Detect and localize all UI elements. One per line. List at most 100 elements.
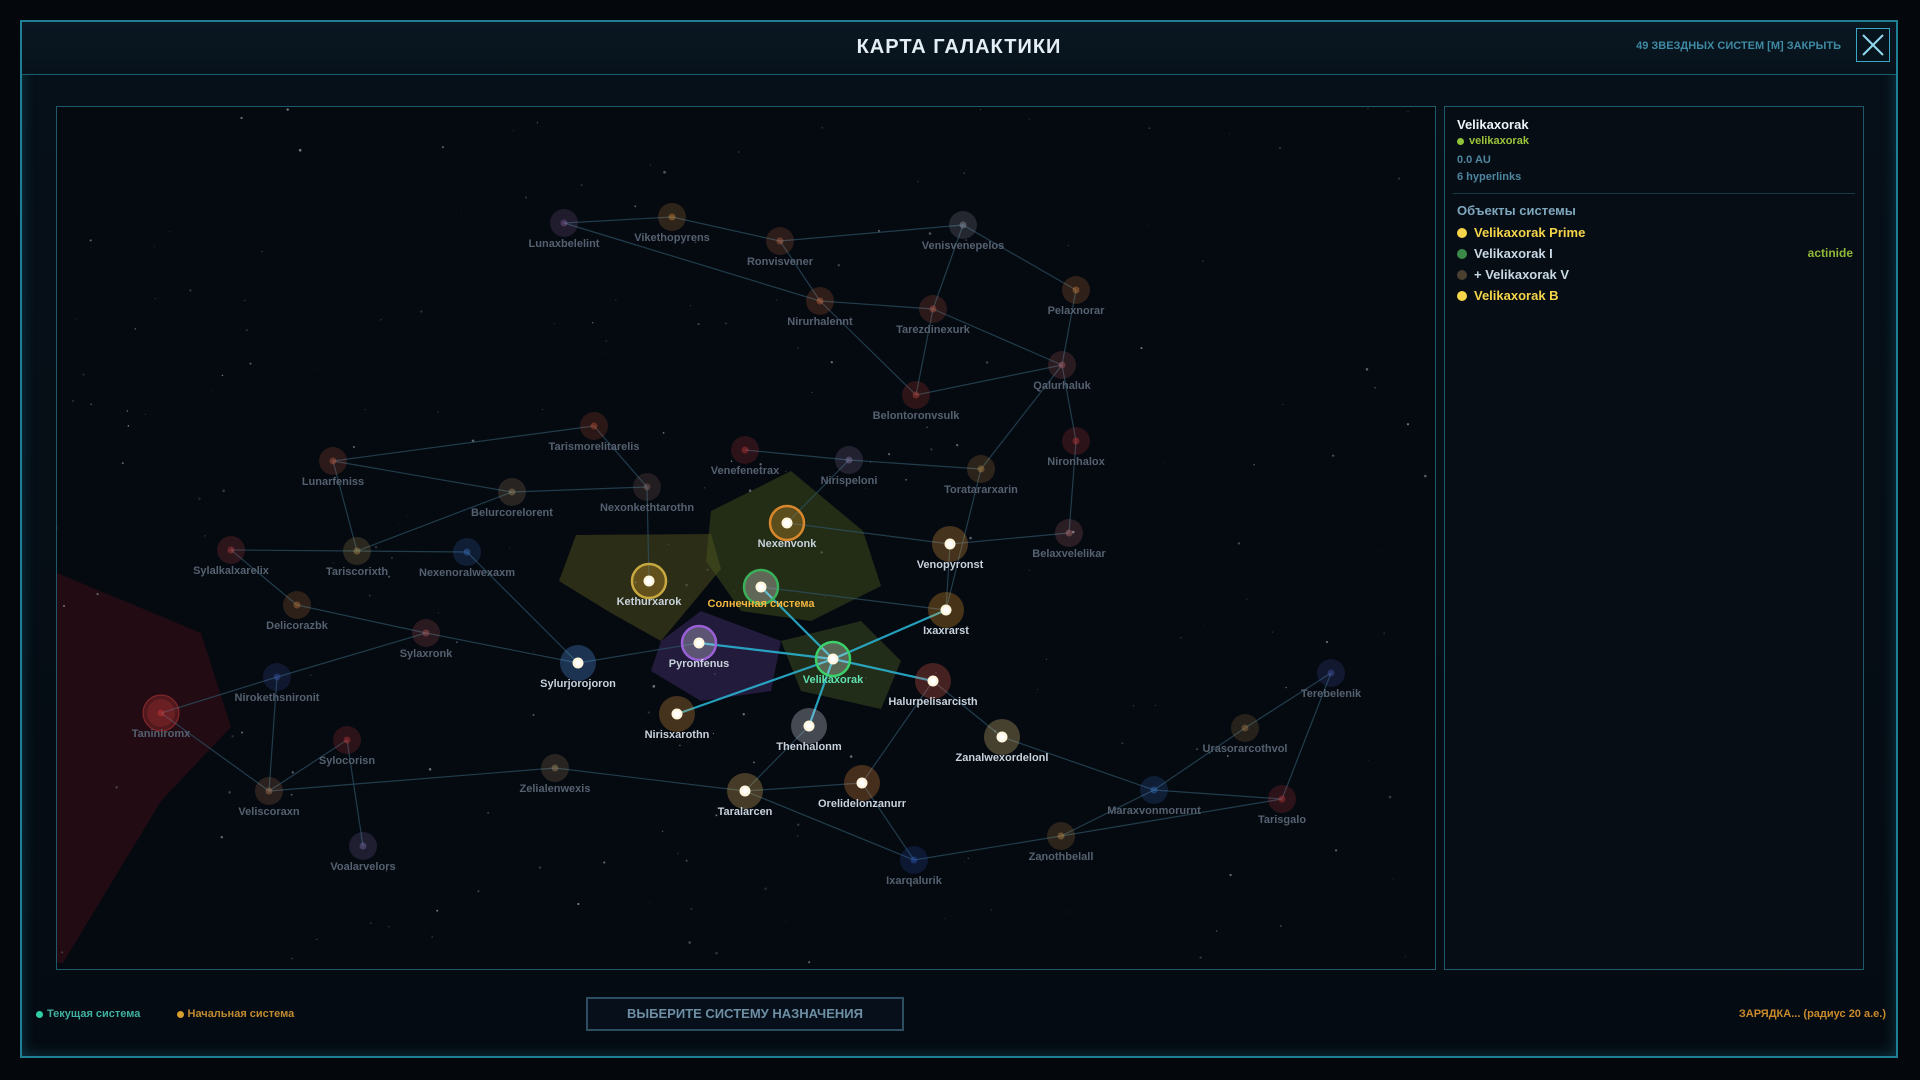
system-label: Kethurxarok <box>617 596 683 608</box>
background-star <box>738 151 740 153</box>
system-label: Pelaxnorar <box>1048 305 1106 317</box>
star-system-belurcorelorent[interactable]: Belurcorelorent <box>471 478 553 519</box>
background-star <box>1121 742 1124 745</box>
system-object-item[interactable]: Velikaxorak I actinide <box>1457 246 1853 264</box>
star-core <box>1057 832 1065 840</box>
background-star <box>115 785 118 789</box>
system-label: Belurcorelorent <box>471 507 553 519</box>
background-star <box>926 426 928 428</box>
star-core <box>1150 786 1158 794</box>
star-system-lunaxbelelint[interactable]: Lunaxbelelint <box>529 209 600 250</box>
galaxy-map-canvas[interactable]: Lunaxbelelint Vikethopyrens Ronvisvener Ven… <box>57 107 1436 970</box>
star-system-sylaxronk[interactable]: Sylaxronk <box>400 619 453 660</box>
background-star <box>1397 177 1401 180</box>
hyperlane <box>848 459 982 470</box>
system-object-item[interactable]: Velikaxorak B <box>1457 288 1853 306</box>
star-core <box>551 764 559 772</box>
star-system-delicorazbk[interactable]: Delicorazbk <box>266 591 329 632</box>
background-star <box>985 361 989 364</box>
background-star <box>204 535 206 537</box>
star-system-ixaxrarst[interactable]: Ixaxrarst <box>923 592 969 637</box>
star-system-sylalkalxarelix[interactable]: Sylalkalxarelix <box>193 536 270 577</box>
star-system-tarismorelitarelis[interactable]: Tarismorelitarelis <box>549 412 640 453</box>
background-star <box>1367 107 1369 110</box>
divider <box>1453 193 1855 194</box>
star-system-halurpelisarcisth[interactable]: Halurpelisarcisth <box>888 663 978 708</box>
star-system-ronvisvener[interactable]: Ronvisvener <box>747 227 814 268</box>
hyperlane <box>356 491 513 552</box>
star-system-nirurhalennt[interactable]: Nirurhalennt <box>787 287 853 328</box>
star-system-lunarfeniss[interactable]: Lunarfeniss <box>302 447 364 488</box>
star-system-orelidelonzanurr[interactable]: Orelidelonzanurr <box>818 765 907 810</box>
star-system-zanalwexordelonl[interactable]: Zanalwexordelonl <box>956 719 1049 764</box>
star-system-toratararxarin[interactable]: Toratararxarin <box>944 455 1018 496</box>
system-label: Halurpelisarcisth <box>888 696 978 708</box>
star-system-nirisxarothn[interactable]: Nirisxarothn <box>645 696 710 741</box>
background-star <box>1388 795 1392 799</box>
background-star <box>1325 640 1329 644</box>
star-system-nexenoralwexaxm[interactable]: Nexenoralwexaxm <box>419 538 515 579</box>
system-label: Ronvisvener <box>747 256 814 268</box>
background-star <box>163 867 164 869</box>
background-star <box>289 138 291 140</box>
system-object-label: + Velikaxorak V <box>1474 267 1570 282</box>
background-star <box>956 444 959 447</box>
resource-tag: actinide <box>1807 246 1853 260</box>
star-system-zanothbelall[interactable]: Zanothbelall <box>1029 822 1094 863</box>
background-star <box>824 596 826 598</box>
star-system-nironhalox[interactable]: Nironhalox <box>1047 427 1106 468</box>
star-system-urasorarcothvol[interactable]: Urasorarcothvol <box>1203 714 1288 755</box>
background-star <box>240 731 243 734</box>
background-star <box>198 497 201 500</box>
system-label: Vikethopyrens <box>634 232 710 244</box>
star-core <box>265 787 273 795</box>
background-star <box>1237 542 1241 545</box>
star-system-nirispeloni[interactable]: Nirispeloni <box>821 446 878 487</box>
legend-home: Начальная система <box>187 1008 295 1020</box>
galaxy-map[interactable]: Lunaxbelelint Vikethopyrens Ronvisvener Ven… <box>56 106 1436 970</box>
background-star <box>753 761 755 764</box>
star-system-sylurjorojoron[interactable]: Sylurjorojoron <box>540 645 616 690</box>
system-label: Ixarqalurik <box>886 875 943 887</box>
background-star <box>189 289 192 292</box>
star-system-belaxvelelikar[interactable]: Belaxvelelikar <box>1032 519 1106 560</box>
star-system-nexonkethtarothn[interactable]: Nexonkethtarothn <box>600 473 694 514</box>
system-label: Sylocorisn <box>319 755 376 767</box>
star-system-belontoronvsulk[interactable]: Belontoronvsulk <box>873 381 961 422</box>
background-star <box>388 926 390 928</box>
system-object-item[interactable]: Velikaxorak Prime <box>1457 225 1853 243</box>
star-system-thenhalonm[interactable]: Thenhalonm <box>776 708 842 753</box>
background-star <box>689 305 691 307</box>
background-star <box>436 909 439 912</box>
close-button[interactable] <box>1856 28 1890 62</box>
background-star <box>1202 260 1204 262</box>
system-label: Belontoronvsulk <box>873 410 961 422</box>
star-system-tarezdinexurk[interactable]: Tarezdinexurk <box>896 295 971 336</box>
system-label: Tarismorelitarelis <box>549 441 640 453</box>
star-system-venefenetrax[interactable]: Venefenetrax <box>711 436 780 477</box>
star-system-qalurhaluk[interactable]: Qalurhaluk <box>1033 351 1092 392</box>
star-system-pelaxnorar[interactable]: Pelaxnorar <box>1048 276 1106 317</box>
star-system-taralarcen[interactable]: Taralarcen <box>718 773 773 818</box>
star-system-vikethopyrens[interactable]: Vikethopyrens <box>634 203 710 244</box>
star-system-zelialenwexis[interactable]: Zelialenwexis <box>520 754 591 795</box>
star-system-venisvenepelos[interactable]: Venisvenepelos <box>922 211 1005 252</box>
star-system-tarisgalo[interactable]: Tarisgalo <box>1258 785 1306 826</box>
background-star <box>212 390 213 391</box>
star-system-sylocorisn[interactable]: Sylocorisn <box>319 726 376 767</box>
background-star <box>785 921 787 923</box>
background-star <box>509 547 510 549</box>
system-object-item[interactable]: + Velikaxorak V <box>1457 267 1853 285</box>
select-destination-button[interactable]: ВЫБЕРИТЕ СИСТЕМУ НАЗНАЧЕНИЯ <box>586 997 904 1031</box>
star-system-nirokethsnironit[interactable]: Nirokethsnironit <box>235 663 320 704</box>
background-star <box>1164 462 1166 464</box>
background-star <box>715 951 718 955</box>
star-system-voalarvelors[interactable]: Voalarvelors <box>330 832 396 873</box>
star-system-venopyronst[interactable]: Venopyronst <box>917 526 984 571</box>
background-star <box>1380 551 1382 552</box>
star-system-veliscoraxn[interactable]: Veliscoraxn <box>238 777 300 818</box>
star-system-terebelenik[interactable]: Terebelenik <box>1301 659 1362 700</box>
star-core <box>643 483 651 491</box>
background-star <box>1331 454 1335 457</box>
star-system-maraxvonmorurnt[interactable]: Maraxvonmorurnt <box>1107 776 1201 817</box>
